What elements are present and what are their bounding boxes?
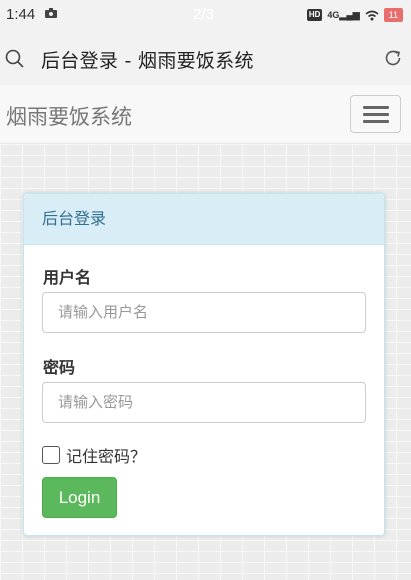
page-title[interactable]: 后台登录 - 烟雨要饭系统 (41, 46, 254, 73)
browser-address-bar[interactable]: 后台登录 - 烟雨要饭系统 (0, 30, 411, 85)
status-bar: 1:44 2/3 HD 4G▂▄▆ 11 (0, 0, 411, 30)
reload-icon[interactable] (383, 48, 403, 68)
navbar-brand[interactable]: 烟雨要饭系统 (6, 101, 132, 131)
battery-icon: 11 (383, 8, 403, 22)
status-icons: HD 4G▂▄▆ 11 (306, 8, 403, 22)
password-input[interactable]: 请输入密码 (42, 382, 366, 423)
gallery-icon (45, 8, 57, 18)
login-button[interactable]: Login (42, 477, 117, 518)
panel-heading: 后台登录 (24, 194, 384, 245)
search-icon[interactable] (5, 49, 25, 69)
hd-badge: HD (306, 9, 323, 21)
hamburger-icon (363, 106, 389, 109)
remember-checkbox[interactable] (42, 446, 60, 464)
login-panel: 后台登录 用户名 请输入用户名 密码 请输入密码 记住密码？ Login (23, 193, 385, 536)
signal-icon: 4G▂▄▆ (327, 9, 360, 20)
site-navbar: 烟雨要饭系统 (0, 85, 411, 144)
remember-label[interactable]: 记住密码？ (66, 443, 146, 467)
page-indicator: 2/3 (193, 6, 214, 23)
password-label: 密码 (43, 358, 76, 377)
hamburger-icon (363, 113, 389, 116)
network-type: 4G (327, 9, 340, 20)
username-input[interactable]: 请输入用户名 (42, 292, 366, 333)
username-label: 用户名 (43, 268, 92, 287)
wifi-icon (365, 10, 379, 20)
navbar-toggle-button[interactable] (350, 95, 401, 133)
status-time: 1:44 (6, 6, 36, 23)
hamburger-icon (363, 120, 389, 123)
